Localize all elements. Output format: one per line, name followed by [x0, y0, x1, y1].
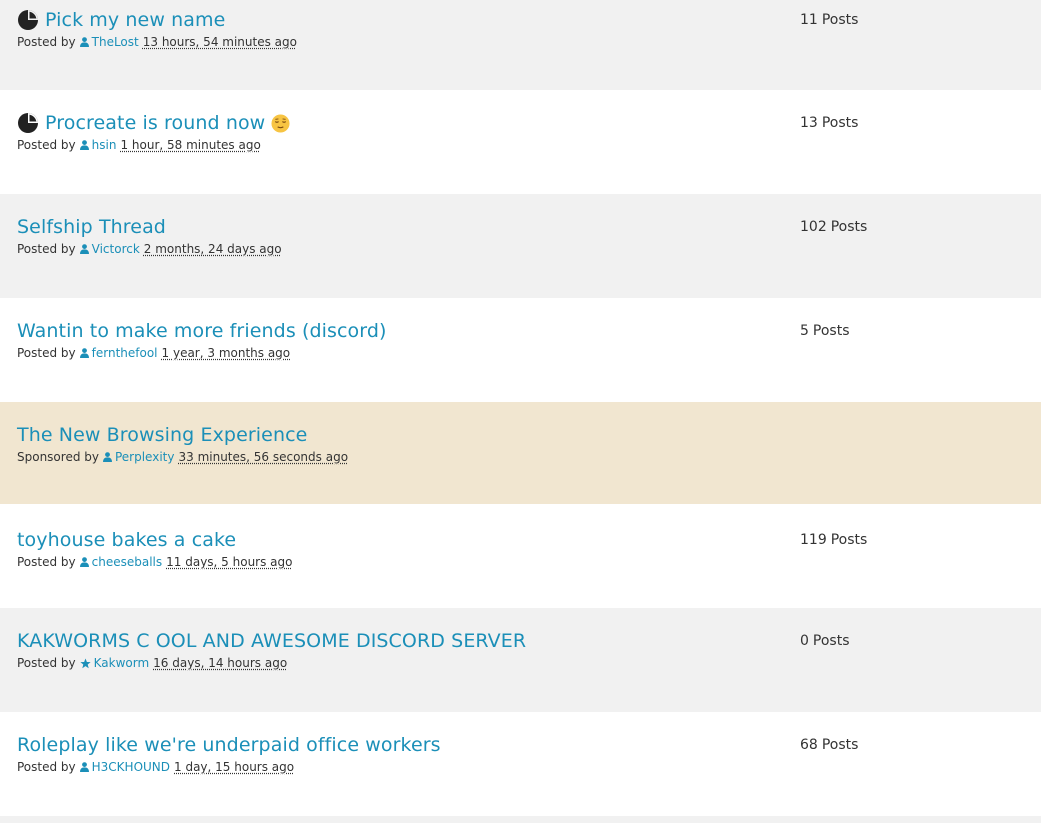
thread-title-line: Roleplay like we're underpaid office wor…	[17, 733, 781, 757]
meta-prefix: Posted by	[17, 656, 76, 670]
post-timestamp: 1 year, 3 months ago	[162, 346, 291, 360]
sponsored-row: The New Browsing Experience Sponsored by…	[0, 402, 1041, 504]
thread-row: KAKWORMS C OOL AND AWESOME DISCORD SERVE…	[0, 608, 1041, 712]
thread-meta: Posted by cheeseballs 11 days, 5 hours a…	[17, 555, 781, 569]
sponsor-link[interactable]: Perplexity	[115, 450, 175, 464]
thread-main: KAKWORMS C OOL AND AWESOME DISCORD SERVE…	[17, 629, 781, 670]
thread-title-line: Pick my new name	[17, 8, 781, 32]
author-link[interactable]: Victorck	[92, 242, 140, 256]
meta-prefix: Posted by	[17, 138, 76, 152]
thread-title-line: toyhouse bakes a cake	[17, 528, 781, 552]
user-icon	[103, 452, 112, 462]
thread-meta: Posted by Victorck 2 months, 24 days ago	[17, 242, 781, 256]
post-count-label: Posts	[822, 737, 859, 753]
post-count-label: Posts	[831, 219, 868, 235]
thread-main: Pick my new name Posted by TheLost 13 ho…	[17, 8, 781, 49]
thread-meta: Posted by H3CKHOUND 1 day, 15 hours ago	[17, 760, 781, 774]
author-link[interactable]: Kakworm	[94, 656, 150, 670]
post-timestamp: 16 days, 14 hours ago	[153, 656, 287, 670]
post-count-number: 13	[800, 115, 818, 131]
post-count-number: 5	[800, 323, 809, 339]
relieved-face-emoji	[271, 114, 290, 133]
user-icon	[80, 557, 89, 567]
poll-icon	[17, 112, 39, 134]
thread-title[interactable]: Wantin to make more friends (discord)	[17, 320, 387, 342]
star-icon	[80, 658, 91, 669]
author-link[interactable]: TheLost	[92, 35, 139, 49]
thread-title[interactable]: Selfship Thread	[17, 216, 166, 238]
thread-main: Procreate is round now Posted by hsin 1 …	[17, 111, 781, 152]
user-icon	[80, 348, 89, 358]
post-count: 68 Posts	[800, 737, 858, 753]
thread-title[interactable]: Pick my new name	[45, 9, 225, 31]
author-link[interactable]: hsin	[92, 138, 117, 152]
thread-meta: Posted by TheLost 13 hours, 54 minutes a…	[17, 35, 781, 49]
user-icon	[80, 37, 89, 47]
meta-prefix: Posted by	[17, 35, 76, 49]
post-timestamp: 33 minutes, 56 seconds ago	[178, 450, 348, 464]
post-count-number: 102	[800, 219, 827, 235]
post-count: 11 Posts	[800, 12, 858, 28]
thread-meta: Posted by fernthefool 1 year, 3 months a…	[17, 346, 781, 360]
post-timestamp: 1 hour, 58 minutes ago	[120, 138, 260, 152]
post-timestamp: 13 hours, 54 minutes ago	[143, 35, 297, 49]
thread-meta: Sponsored by Perplexity 33 minutes, 56 s…	[17, 450, 781, 464]
thread-main: Selfship Thread Posted by Victorck 2 mon…	[17, 215, 781, 256]
post-count: 13 Posts	[800, 115, 858, 131]
post-count: 102 Posts	[800, 219, 867, 235]
thread-list: Pick my new name Posted by TheLost 13 ho…	[0, 0, 1041, 823]
post-timestamp: 11 days, 5 hours ago	[166, 555, 292, 569]
post-count: 119 Posts	[800, 532, 867, 548]
thread-title-line: Selfship Thread	[17, 215, 781, 239]
thread-main: Wantin to make more friends (discord) Po…	[17, 319, 781, 360]
sponsored-title[interactable]: The New Browsing Experience	[17, 424, 307, 446]
thread-row: Procreate is round now Posted by hsin 1 …	[0, 90, 1041, 194]
post-count-number: 11	[800, 12, 818, 28]
author-link[interactable]: fernthefool	[92, 346, 158, 360]
meta-prefix: Posted by	[17, 760, 76, 774]
thread-row: Roleplay like we're underpaid office wor…	[0, 712, 1041, 816]
post-timestamp: 2 months, 24 days ago	[144, 242, 282, 256]
post-timestamp: 1 day, 15 hours ago	[174, 760, 294, 774]
thread-title-line: Procreate is round now	[17, 111, 781, 135]
user-icon	[80, 762, 89, 772]
thread-title-line: The New Browsing Experience	[17, 423, 781, 447]
author-link[interactable]: H3CKHOUND	[92, 760, 170, 774]
thread-title[interactable]: toyhouse bakes a cake	[17, 529, 236, 551]
thread-meta: Posted by hsin 1 hour, 58 minutes ago	[17, 138, 781, 152]
thread-title[interactable]: Roleplay like we're underpaid office wor…	[17, 734, 441, 756]
meta-prefix: Sponsored by	[17, 450, 99, 464]
poll-icon	[17, 9, 39, 31]
thread-meta: Posted by Kakworm 16 days, 14 hours ago	[17, 656, 781, 670]
thread-row: toyhouse bakes a cake Posted by cheeseba…	[0, 504, 1041, 608]
thread-title[interactable]: Procreate is round now	[45, 112, 265, 134]
thread-title-line: KAKWORMS C OOL AND AWESOME DISCORD SERVE…	[17, 629, 781, 653]
post-count-number: 119	[800, 532, 827, 548]
thread-row: Wantin to make more friends (discord) Po…	[0, 298, 1041, 402]
post-count: 5 Posts	[800, 323, 850, 339]
post-count: 0 Posts	[800, 633, 850, 649]
user-icon	[80, 140, 89, 150]
post-count-label: Posts	[822, 115, 859, 131]
thread-title-line: Wantin to make more friends (discord)	[17, 319, 781, 343]
thread-title[interactable]: KAKWORMS C OOL AND AWESOME DISCORD SERVE…	[17, 630, 526, 652]
thread-row	[0, 816, 1041, 823]
meta-prefix: Posted by	[17, 242, 76, 256]
thread-main: toyhouse bakes a cake Posted by cheeseba…	[17, 528, 781, 569]
thread-row: Selfship Thread Posted by Victorck 2 mon…	[0, 194, 1041, 298]
thread-row: Pick my new name Posted by TheLost 13 ho…	[0, 0, 1041, 90]
thread-main: Roleplay like we're underpaid office wor…	[17, 733, 781, 774]
post-count-label: Posts	[831, 532, 868, 548]
author-link[interactable]: cheeseballs	[92, 555, 163, 569]
post-count-label: Posts	[822, 12, 859, 28]
meta-prefix: Posted by	[17, 555, 76, 569]
meta-prefix: Posted by	[17, 346, 76, 360]
post-count-number: 0	[800, 633, 809, 649]
thread-main: The New Browsing Experience Sponsored by…	[17, 423, 781, 464]
post-count-number: 68	[800, 737, 818, 753]
post-count-label: Posts	[813, 633, 850, 649]
user-icon	[80, 244, 89, 254]
post-count-label: Posts	[813, 323, 850, 339]
